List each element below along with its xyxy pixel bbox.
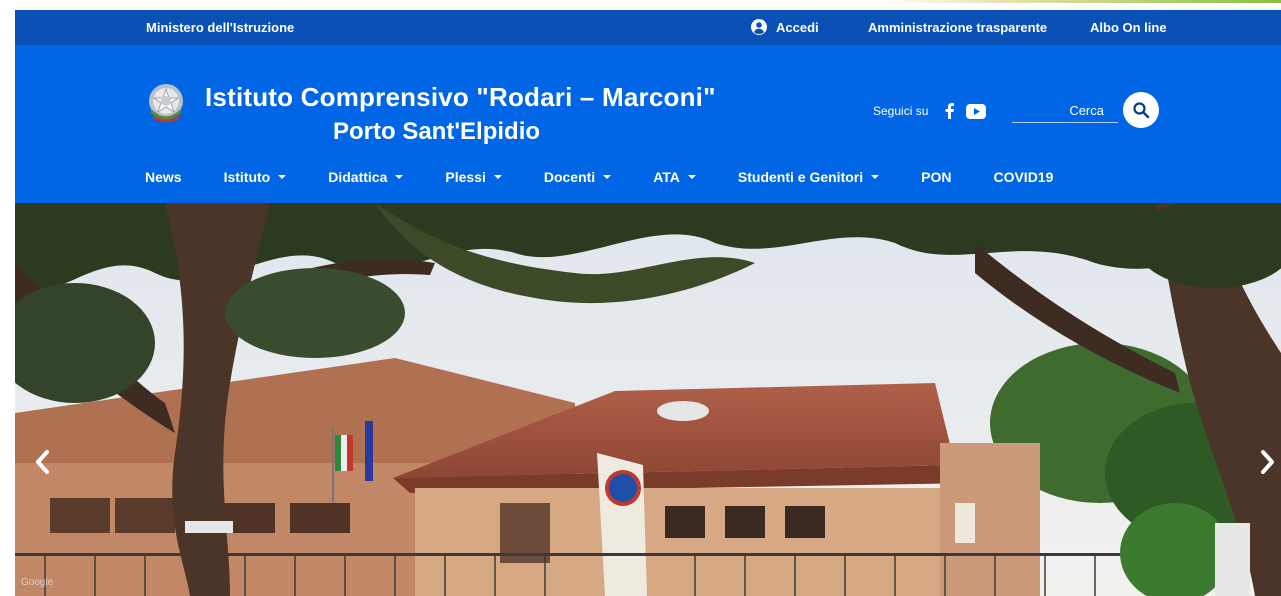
nav-item-covid19[interactable]: COVID19 bbox=[993, 169, 1053, 185]
carousel-prev-button[interactable] bbox=[29, 444, 55, 480]
site-title[interactable]: Istituto Comprensivo "Rodari – Marconi" bbox=[205, 82, 716, 113]
caret-down-icon bbox=[493, 175, 502, 179]
chevron-right-icon bbox=[1261, 450, 1274, 474]
user-circle-icon bbox=[751, 19, 767, 35]
carousel-next-button[interactable] bbox=[1255, 444, 1281, 480]
nav-item-docenti[interactable]: Docenti bbox=[543, 168, 612, 185]
slim-header: Ministero dell'Istruzione Accedi Amminis… bbox=[15, 10, 1281, 45]
social-links: Seguici su bbox=[873, 103, 987, 119]
caret-down-icon bbox=[603, 175, 612, 179]
nav-item-studenti-genitori[interactable]: Studenti e Genitori bbox=[737, 168, 880, 185]
top-edge bbox=[0, 0, 1281, 10]
albo-online-link[interactable]: Albo On line bbox=[1090, 20, 1167, 35]
nav-item-label: PON bbox=[921, 168, 952, 185]
login-label: Accedi bbox=[776, 19, 819, 35]
photo-watermark: Google bbox=[21, 577, 54, 588]
amministrazione-trasparente-link[interactable]: Amministrazione trasparente bbox=[868, 20, 1047, 35]
nav-item-istituto[interactable]: Istituto bbox=[224, 169, 287, 185]
nav-item-label: Docenti bbox=[543, 168, 596, 185]
nav-item-label: Istituto bbox=[223, 168, 271, 185]
nav-item-didattica[interactable]: Didattica bbox=[328, 168, 404, 185]
header-center: Istituto Comprensivo "Rodari – Marconi" … bbox=[15, 45, 1281, 150]
main-nav: News Istituto Didattica Plessi Docenti A… bbox=[15, 150, 1281, 203]
nav-item-label: News bbox=[145, 168, 182, 185]
nav-item-pon[interactable]: PON bbox=[921, 169, 951, 185]
facebook-icon[interactable] bbox=[944, 103, 956, 119]
ministry-link[interactable]: Ministero dell'Istruzione bbox=[146, 20, 294, 35]
caret-down-icon bbox=[687, 175, 696, 179]
page: Ministero dell'Istruzione Accedi Amminis… bbox=[15, 10, 1281, 596]
accent-strip bbox=[881, 0, 1281, 3]
search-label: Cerca bbox=[1069, 103, 1104, 118]
caret-down-icon bbox=[871, 175, 880, 179]
nav-item-label: Plessi bbox=[445, 168, 486, 185]
school-photo bbox=[15, 203, 1281, 596]
nav-item-news[interactable]: News bbox=[145, 169, 182, 185]
hero-carousel: Google bbox=[15, 203, 1281, 596]
search-input[interactable]: Cerca bbox=[1012, 97, 1118, 123]
search-button[interactable] bbox=[1123, 92, 1159, 128]
nav-item-label: Didattica bbox=[328, 168, 388, 185]
caret-down-icon bbox=[395, 175, 404, 179]
nav-item-label: Studenti e Genitori bbox=[737, 168, 864, 185]
login-button[interactable]: Accedi bbox=[751, 19, 819, 35]
nav-item-label: COVID19 bbox=[993, 168, 1054, 185]
search-icon bbox=[1133, 102, 1150, 119]
chevron-left-icon bbox=[36, 450, 49, 474]
caret-down-icon bbox=[278, 175, 287, 179]
site-subtitle[interactable]: Porto Sant'Elpidio bbox=[333, 118, 540, 146]
nav-item-label: ATA bbox=[653, 168, 680, 185]
nav-item-ata[interactable]: ATA bbox=[653, 169, 696, 185]
social-label: Seguici su bbox=[873, 104, 929, 118]
youtube-icon[interactable] bbox=[966, 103, 987, 119]
emblem-logo[interactable] bbox=[145, 81, 187, 125]
nav-item-plessi[interactable]: Plessi bbox=[445, 168, 502, 185]
